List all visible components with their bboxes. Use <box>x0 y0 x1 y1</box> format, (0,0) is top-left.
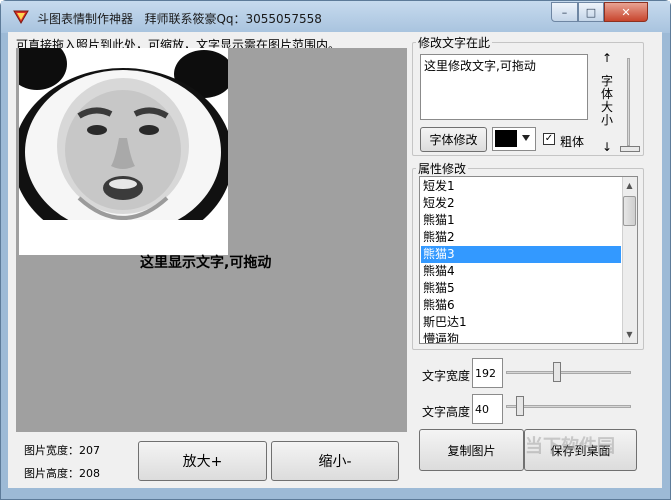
caption-textarea[interactable]: 这里修改文字,可拖动 <box>420 54 588 120</box>
text-width-input[interactable]: 192 <box>472 358 503 388</box>
text-height-input[interactable]: 40 <box>472 394 503 424</box>
text-height-label: 文字高度 <box>422 405 471 419</box>
image-height-label: 图片高度：208 <box>24 467 100 480</box>
list-item[interactable]: 熊猫6 <box>421 297 621 314</box>
image-width-label: 图片宽度：207 <box>24 444 100 457</box>
template-list[interactable]: 短发1 短发2 熊猫1 熊猫2 熊猫3 熊猫4 熊猫5 熊猫6 斯巴达1 懵逼狗 <box>419 176 638 344</box>
list-item[interactable]: 熊猫3 <box>421 246 621 263</box>
font-size-label: ↑ 字体大小 ↓ <box>600 52 614 154</box>
zoom-in-button[interactable]: 放大+ <box>138 441 267 481</box>
font-change-button[interactable]: 字体修改 <box>420 127 487 152</box>
list-item[interactable]: 熊猫4 <box>421 263 621 280</box>
save-to-desktop-button[interactable]: 保存到桌面 <box>524 429 637 471</box>
text-width-slider-thumb[interactable] <box>553 362 561 382</box>
text-edit-group-title: 修改文字在此 <box>416 34 493 51</box>
list-item[interactable]: 熊猫1 <box>421 212 621 229</box>
maximize-button[interactable]: □ <box>578 2 604 22</box>
text-width-label: 文字宽度 <box>422 369 471 383</box>
list-item[interactable]: 斯巴达1 <box>421 314 621 331</box>
properties-group-title: 属性修改 <box>416 160 469 177</box>
font-size-slider-thumb[interactable] <box>620 146 640 152</box>
font-size-down-arrow-icon: ↓ <box>601 140 613 154</box>
scroll-down-icon[interactable]: ▼ <box>622 327 637 342</box>
meme-image[interactable] <box>19 48 228 255</box>
app-logo-icon <box>13 10 29 24</box>
list-item[interactable]: 懵逼狗 <box>421 331 621 343</box>
overlay-caption[interactable]: 这里显示文字,可拖动 <box>140 252 271 272</box>
scroll-thumb[interactable] <box>623 196 636 226</box>
list-item[interactable]: 熊猫5 <box>421 280 621 297</box>
bold-label: 粗体 <box>560 135 585 149</box>
chevron-down-icon[interactable] <box>521 134 531 142</box>
close-button[interactable]: ✕ <box>604 2 648 22</box>
scroll-up-icon[interactable]: ▲ <box>622 178 637 193</box>
bold-checkbox[interactable]: ✓ <box>543 133 555 145</box>
text-height-slider-thumb[interactable] <box>516 396 524 416</box>
zoom-out-button[interactable]: 缩小- <box>271 441 399 481</box>
text-height-slider-track[interactable] <box>506 405 631 408</box>
font-size-slider-track[interactable] <box>627 58 630 146</box>
text-width-slider-track[interactable] <box>506 371 631 374</box>
minimize-button[interactable]: – <box>551 2 578 22</box>
window-title: 斗图表情制作神器 拜师联系筱豪Qq：3055057558 <box>37 12 322 26</box>
font-size-up-arrow-icon: ↑ <box>601 51 613 65</box>
list-item[interactable]: 短发2 <box>421 195 621 212</box>
font-size-text: 字体大小 <box>600 74 613 127</box>
color-swatch <box>495 130 517 147</box>
list-item[interactable]: 短发1 <box>421 178 621 195</box>
list-item[interactable]: 熊猫2 <box>421 229 621 246</box>
copy-image-button[interactable]: 复制图片 <box>419 429 524 471</box>
panda-face-image <box>19 48 228 255</box>
check-icon: ✓ <box>544 133 554 144</box>
